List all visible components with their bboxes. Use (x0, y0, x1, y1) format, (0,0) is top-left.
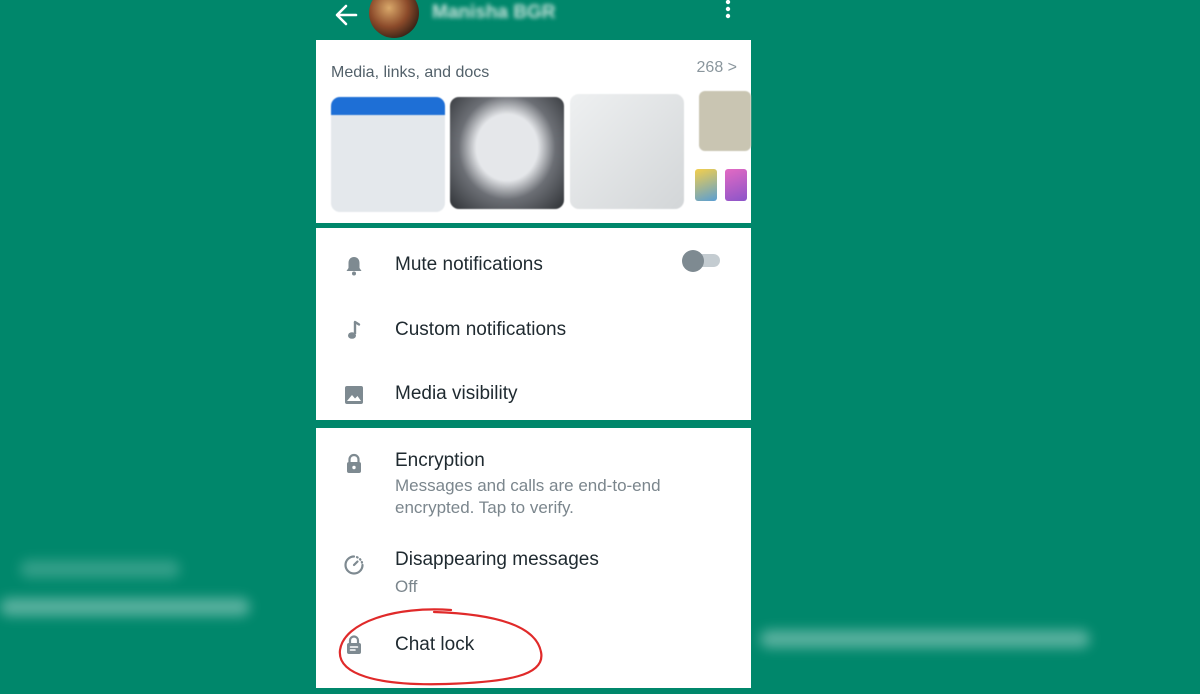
media-visibility-label: Media visibility (395, 383, 518, 404)
music-note-icon (348, 320, 361, 339)
disappearing-messages-status: Off (395, 577, 418, 596)
media-links-docs-section[interactable]: Media, links, and docs 268 > (316, 40, 751, 223)
disappearing-messages-label: Disappearing messages (395, 549, 599, 570)
custom-notifications-label: Custom notifications (395, 319, 567, 340)
custom-notifications-row[interactable]: Custom notifications (316, 294, 751, 356)
chat-lock-row[interactable]: Chat lock (316, 618, 751, 678)
media-thumbnail[interactable] (331, 97, 445, 212)
bell-icon (346, 257, 362, 276)
mute-notifications-row[interactable]: Mute notifications (316, 228, 751, 292)
chat-lock-icon (347, 635, 361, 654)
media-section-title: Media, links, and docs (331, 64, 490, 81)
image-icon (345, 386, 363, 404)
background-streak (20, 560, 180, 578)
privacy-section: Encryption Messages and calls are end-to… (316, 428, 751, 688)
toggle-knob (682, 250, 704, 272)
encryption-label: Encryption (395, 450, 485, 471)
background-streak (760, 630, 1090, 648)
arrow-left-icon[interactable] (330, 1, 362, 29)
encryption-row[interactable]: Encryption Messages and calls are end-to… (316, 428, 751, 528)
app-bar: Manisha BGR (316, 0, 751, 44)
more-vertical-icon[interactable] (716, 0, 740, 20)
notification-settings-section: Mute notifications Custom notifications … (316, 228, 751, 420)
chat-lock-label: Chat lock (395, 634, 475, 655)
media-count-link[interactable]: 268 > (697, 59, 737, 77)
contact-info-screen: Manisha BGR Media, links, and docs 268 >… (316, 0, 751, 688)
timer-icon (344, 555, 364, 575)
media-thumbnail[interactable] (695, 169, 717, 201)
avatar[interactable] (369, 0, 419, 38)
media-visibility-row[interactable]: Media visibility (316, 358, 751, 420)
encryption-description: Messages and calls are end-to-end encryp… (395, 476, 661, 517)
background-streak (0, 598, 250, 616)
mute-toggle[interactable] (682, 250, 720, 272)
media-thumbnail[interactable] (570, 94, 684, 209)
mute-notifications-label: Mute notifications (395, 254, 543, 275)
media-thumbnail[interactable] (450, 97, 564, 209)
contact-name[interactable]: Manisha BGR (432, 2, 556, 24)
media-thumbnail[interactable] (725, 169, 747, 201)
media-thumbnail[interactable] (699, 91, 751, 151)
disappearing-messages-row[interactable]: Disappearing messages Off (316, 538, 751, 608)
lock-icon (347, 453, 361, 473)
